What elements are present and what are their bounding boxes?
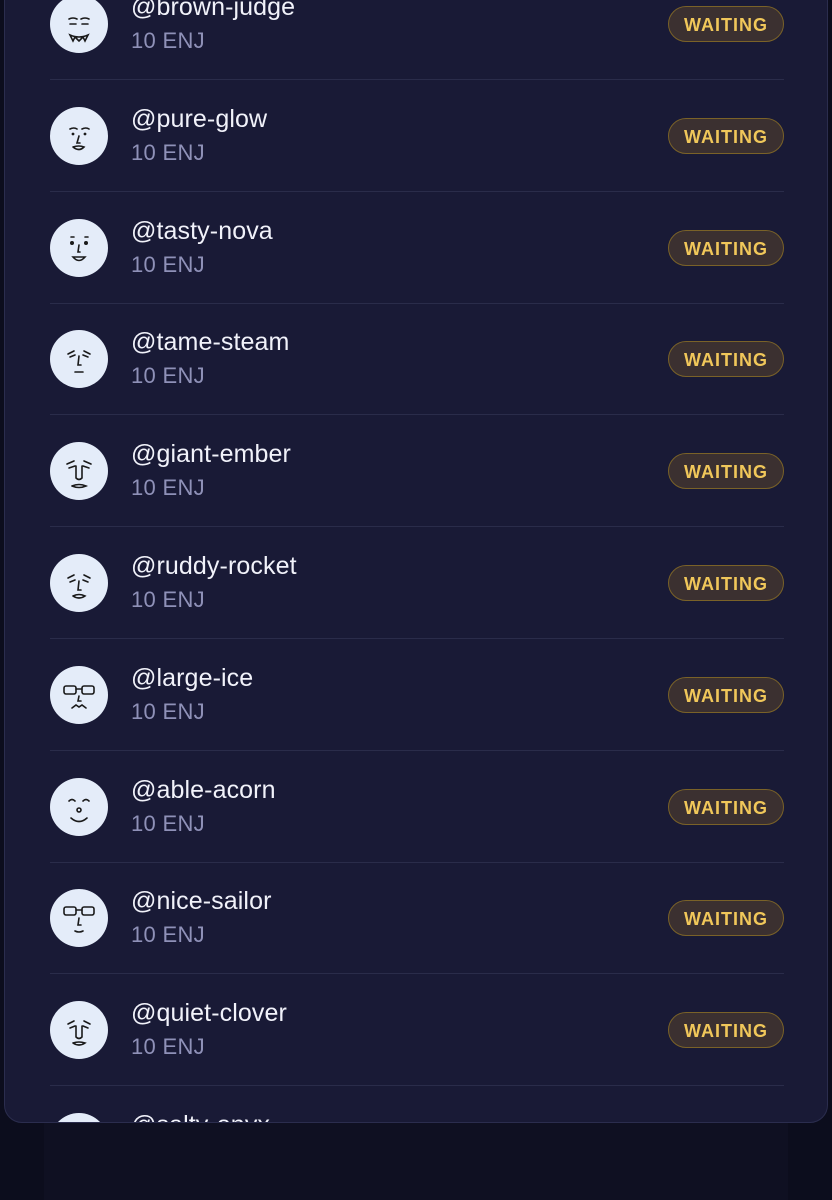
avatar-icon: [50, 442, 108, 501]
avatar-icon: [50, 889, 108, 948]
username: @quiet-clover: [131, 999, 287, 1028]
username: @able-acorn: [131, 775, 276, 804]
stake-amount: 10 ENJ: [131, 475, 205, 501]
username: @ruddy-rocket: [131, 552, 297, 580]
status-badge: WAITING: [668, 6, 784, 42]
username: @giant-ember: [131, 440, 291, 469]
list-item[interactable]: @tasty-nova 10 ENJ WAITING: [50, 193, 784, 304]
status-badge: WAITING: [668, 565, 784, 601]
avatar-icon: [50, 1001, 108, 1060]
list-item[interactable]: @large-ice 10 ENJ WAITING: [50, 640, 784, 751]
page: @brown-judge 10 ENJ WAITING @pure-glow 10 EN…: [0, 0, 832, 1200]
avatar-icon: [50, 218, 108, 277]
status-badge: WAITING: [668, 229, 784, 266]
status-badge: WAITING: [668, 453, 784, 490]
username: @nice-sailor: [131, 887, 272, 916]
list-item[interactable]: @salty-onyx10 ENJWAITING: [50, 1087, 784, 1122]
avatar-icon: [50, 106, 108, 165]
status-badge: WAITING: [668, 341, 784, 378]
username: @large-ice: [131, 663, 254, 692]
list-item[interactable]: @giant-ember 10 ENJ WAITING: [50, 416, 784, 528]
list-item[interactable]: @tame-steam 10 ENJ WAITING: [50, 304, 784, 416]
list-item[interactable]: @able-acorn 10 ENJ WAITING: [50, 752, 784, 863]
status-badge: WAITING: [668, 1012, 784, 1049]
username: @pure-glow: [131, 104, 268, 133]
avatar-icon: [50, 665, 108, 724]
username: @salty-onyx: [131, 1111, 270, 1122]
stake-amount: 10 ENJ: [131, 1034, 205, 1060]
username: @tame-steam: [131, 328, 290, 357]
list-item[interactable]: @brown-judge 10 ENJ WAITING: [50, 0, 784, 80]
avatar-icon: [50, 330, 108, 389]
bottom-panel: [44, 1110, 788, 1200]
list-item[interactable]: @nice-sailor 10 ENJ WAITING: [50, 863, 784, 975]
stake-amount: 10 ENJ: [131, 251, 205, 277]
avatar-icon: [50, 777, 108, 836]
username: @brown-judge: [131, 0, 296, 21]
participants-card: @brown-judge 10 ENJ WAITING @pure-glow 10 EN…: [4, 0, 828, 1123]
status-badge: WAITING: [668, 900, 784, 937]
list-item[interactable]: @pure-glow 10 ENJ WAITING: [50, 81, 784, 192]
stake-amount: 10 ENJ: [131, 363, 205, 389]
status-badge: WAITING: [668, 117, 784, 154]
stake-amount: 10 ENJ: [131, 810, 205, 836]
stake-amount: 10 ENJ: [131, 28, 205, 53]
stake-amount: 10 ENJ: [131, 922, 205, 948]
status-badge: WAITING: [668, 788, 784, 825]
stake-amount: 10 ENJ: [131, 587, 205, 612]
username: @tasty-nova: [131, 216, 273, 245]
list-item[interactable]: @quiet-clover 10 ENJ WAITING: [50, 975, 784, 1087]
avatar-icon: [50, 1113, 108, 1122]
stake-amount: 10 ENJ: [131, 139, 205, 165]
list-item[interactable]: @ruddy-rocket 10 ENJ WAITING: [50, 528, 784, 639]
stake-amount: 10 ENJ: [131, 698, 205, 724]
avatar-icon: [50, 554, 108, 612]
status-badge: WAITING: [668, 676, 784, 713]
avatar-icon: [50, 0, 108, 53]
